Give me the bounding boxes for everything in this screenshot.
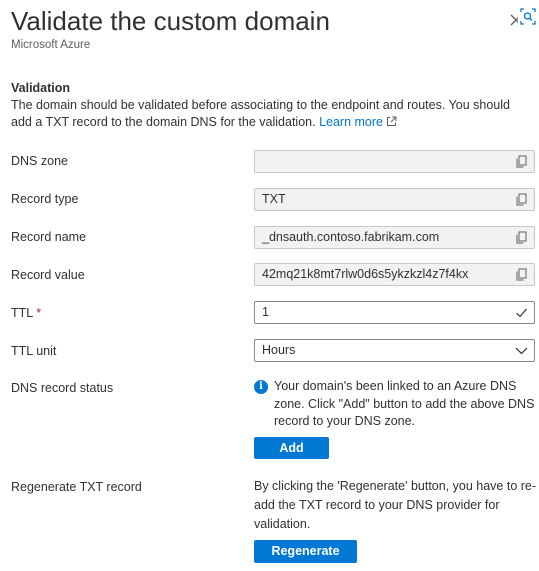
external-link-icon <box>387 116 397 126</box>
ttl-unit-label: TTL unit <box>11 344 57 358</box>
regenerate-message: By clicking the 'Regenerate' button, you… <box>254 479 537 531</box>
record-name-label: Record name <box>11 230 87 244</box>
copy-icon[interactable] <box>515 193 528 206</box>
checkmark-icon <box>516 308 527 318</box>
record-value-value: 42mq21k8mt7rlw0d6s5ykzkzl4z7f4kx <box>262 267 469 281</box>
validation-heading: Validation <box>11 81 71 95</box>
ttl-unit-dropdown[interactable]: Hours <box>254 339 535 362</box>
learn-more-label[interactable]: Learn more <box>319 115 383 129</box>
visual-search-icon[interactable] <box>518 6 538 28</box>
copy-icon[interactable] <box>515 268 528 281</box>
copy-icon[interactable] <box>515 231 528 244</box>
record-name-field[interactable]: _dnsauth.contoso.fabrikam.com <box>254 226 535 249</box>
regenerate-button[interactable]: Regenerate <box>254 540 357 563</box>
ttl-label: TTL * <box>11 306 41 320</box>
dns-status-message: Your domain's been linked to an Azure DN… <box>274 379 535 428</box>
chevron-down-icon[interactable] <box>515 344 528 357</box>
regenerate-txt-label: Regenerate TXT record <box>11 480 142 494</box>
required-mark: * <box>36 306 42 320</box>
dns-status-info: i Your domain's been linked to an Azure … <box>254 378 539 431</box>
ttl-label-text: TTL <box>11 306 33 320</box>
info-icon: i <box>254 380 268 394</box>
dns-record-status-label: DNS record status <box>11 381 114 395</box>
dns-zone-field[interactable] <box>254 150 535 173</box>
dns-zone-label: DNS zone <box>11 154 68 168</box>
validation-description-text: The domain should be validated before as… <box>11 98 510 129</box>
panel-title: Validate the custom domain <box>11 6 330 36</box>
copy-icon[interactable] <box>515 155 528 168</box>
panel-subtitle: Microsoft Azure <box>11 39 91 51</box>
ttl-unit-value[interactable]: Hours <box>262 343 295 357</box>
record-value-label: Record value <box>11 268 85 282</box>
record-type-field[interactable]: TXT <box>254 188 535 211</box>
record-type-value: TXT <box>262 192 286 206</box>
ttl-input[interactable]: 1 <box>254 301 535 324</box>
learn-more-link[interactable]: Learn more <box>319 115 397 129</box>
record-type-label: Record type <box>11 192 79 206</box>
validation-description: The domain should be validated before as… <box>11 97 531 131</box>
record-value-field[interactable]: 42mq21k8mt7rlw0d6s5ykzkzl4z7f4kx <box>254 263 535 286</box>
ttl-value[interactable]: 1 <box>262 305 269 319</box>
record-name-value: _dnsauth.contoso.fabrikam.com <box>262 230 440 244</box>
add-button[interactable]: Add <box>254 437 329 459</box>
